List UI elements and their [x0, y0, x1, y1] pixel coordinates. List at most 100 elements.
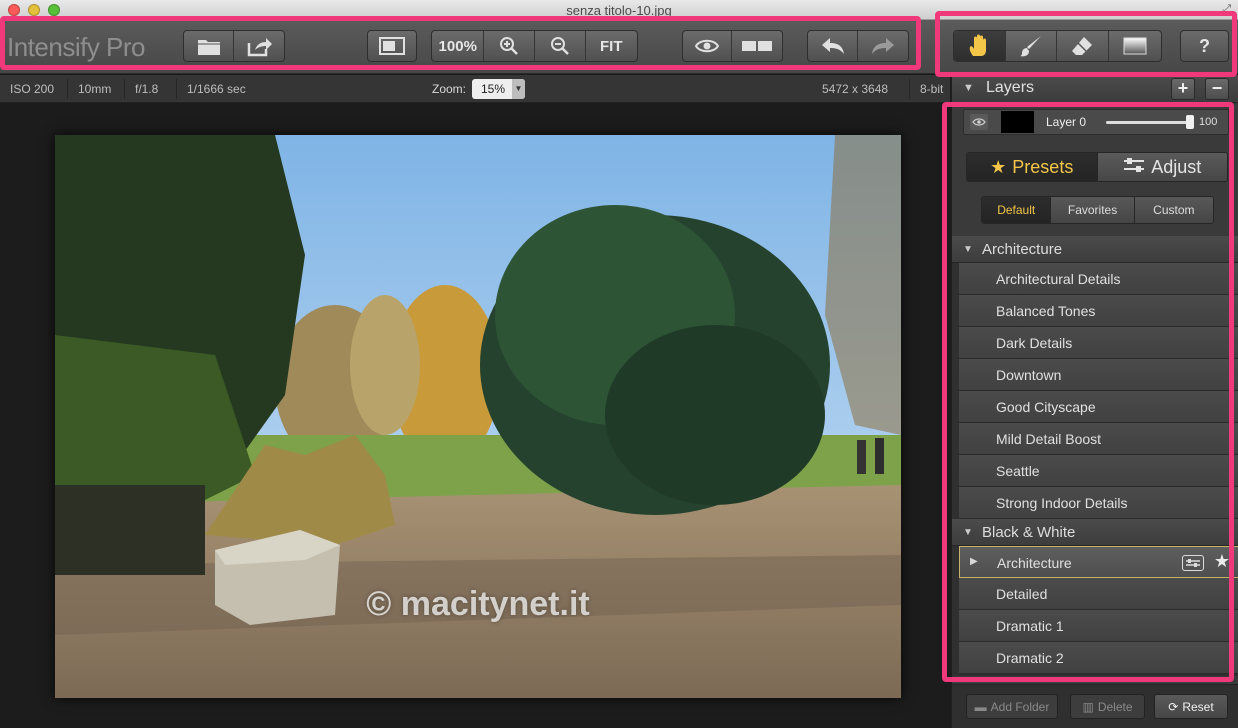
- eye-icon: [695, 39, 719, 53]
- fit-button[interactable]: FIT: [586, 31, 637, 61]
- disclosure-triangle-icon[interactable]: ▼: [963, 82, 974, 94]
- divider: [909, 79, 910, 99]
- zoom-label: Zoom:: [432, 82, 467, 96]
- folder-icon: ▬: [974, 699, 987, 714]
- preset-item[interactable]: Seattle: [959, 455, 1238, 487]
- layer-opacity-slider-knob[interactable]: [1186, 115, 1194, 129]
- preset-item[interactable]: Strong Indoor Details: [959, 487, 1238, 519]
- adjust-preset-icon[interactable]: [1182, 555, 1204, 571]
- zoom-out-icon: [550, 37, 569, 55]
- tab-presets[interactable]: ★ Presets: [967, 153, 1097, 181]
- preset-item-label: Dramatic 2: [996, 650, 1064, 666]
- preset-item-label: Mild Detail Boost: [996, 431, 1102, 447]
- zoom-value: 15%: [481, 82, 506, 96]
- disclosure-triangle-icon[interactable]: ▼: [963, 244, 973, 255]
- chevron-down-icon: ▼: [512, 79, 525, 99]
- preset-item-label: Good Cityscape: [996, 399, 1096, 415]
- tab-adjust[interactable]: Adjust: [1096, 153, 1227, 181]
- preset-item[interactable]: Dramatic 2: [959, 642, 1238, 674]
- history-button-group: [807, 30, 909, 62]
- share-button[interactable]: [234, 31, 284, 61]
- share-icon: [247, 38, 272, 57]
- split-view-icon: [742, 41, 772, 51]
- layer-opacity-slider[interactable]: [1106, 121, 1192, 124]
- undo-button[interactable]: [808, 31, 859, 61]
- preset-item-selected[interactable]: ▶ Architecture ★: [959, 546, 1238, 578]
- redo-button[interactable]: [858, 31, 908, 61]
- zoom-button-group: 100% FIT: [431, 30, 638, 62]
- shutter-speed-value: 1/1666 sec: [187, 82, 246, 96]
- window-title: senza titolo-10.jpg: [566, 3, 672, 18]
- play-icon[interactable]: ▶: [970, 556, 978, 567]
- preset-item[interactable]: Architectural Details: [959, 263, 1238, 295]
- open-button[interactable]: [184, 31, 235, 61]
- preset-item-label: Architectural Details: [996, 271, 1121, 287]
- help-button[interactable]: ?: [1181, 31, 1228, 61]
- zoom-select[interactable]: 15% ▼: [472, 79, 525, 99]
- main-toolbar: Intensify Pro 100% FIT ?: [0, 20, 1238, 74]
- preset-item[interactable]: Detailed: [959, 578, 1238, 610]
- layers-header: ▼ Layers + −: [952, 75, 1238, 103]
- zoom-100-button[interactable]: 100%: [432, 31, 485, 61]
- preset-list[interactable]: ▼ Architecture Architectural Details Bal…: [952, 236, 1238, 676]
- fullscreen-icon[interactable]: ⤢: [1222, 3, 1231, 16]
- remove-layer-button[interactable]: −: [1205, 78, 1229, 100]
- gradient-icon: [1123, 37, 1147, 55]
- preset-item-label: Seattle: [996, 463, 1040, 479]
- redo-icon: [872, 38, 894, 54]
- tab-favorites[interactable]: Favorites: [1050, 197, 1134, 223]
- tab-default[interactable]: Default: [982, 197, 1051, 223]
- preset-item-label: Downtown: [996, 367, 1062, 383]
- tool-button-group: [953, 30, 1162, 62]
- watermark-text: © macitynet.it: [366, 585, 590, 623]
- reset-button[interactable]: ⟳ Reset: [1154, 694, 1228, 719]
- preset-group-architecture[interactable]: ▼ Architecture: [952, 236, 1238, 263]
- pan-tool-button[interactable]: [954, 31, 1006, 61]
- disclosure-triangle-icon[interactable]: ▼: [963, 527, 973, 538]
- sliders-icon: [1123, 157, 1145, 178]
- preset-item-label: Detailed: [996, 586, 1048, 602]
- preset-group-black-white[interactable]: ▼ Black & White: [952, 519, 1238, 546]
- photo-preview[interactable]: © macitynet.it: [55, 135, 901, 698]
- layer-name: Layer 0: [1046, 115, 1087, 129]
- gradient-tool-button[interactable]: [1109, 31, 1161, 61]
- preset-group-label: Architecture: [982, 241, 1063, 258]
- aperture-value: f/1.8: [135, 82, 159, 96]
- add-folder-label: Add Folder: [990, 699, 1050, 714]
- zoom-in-button[interactable]: [484, 31, 535, 61]
- layer-visibility-toggle[interactable]: [970, 114, 988, 130]
- layer-thumbnail: [1001, 111, 1034, 133]
- brush-tool-button[interactable]: [1006, 31, 1057, 61]
- layer-row[interactable]: Layer 0 100: [963, 109, 1229, 135]
- eye-icon: [972, 118, 986, 126]
- delete-label: Delete: [1097, 699, 1133, 714]
- delete-button[interactable]: ▥ Delete: [1070, 694, 1145, 719]
- trash-icon: ▥: [1082, 699, 1094, 714]
- help-button-group: ?: [1180, 30, 1229, 62]
- add-folder-button[interactable]: ▬ Add Folder: [966, 694, 1058, 719]
- preset-item[interactable]: Dark Details: [959, 327, 1238, 359]
- tab-custom[interactable]: Custom: [1133, 197, 1213, 223]
- preview-button[interactable]: [683, 31, 733, 61]
- preset-item[interactable]: Mild Detail Boost: [959, 423, 1238, 455]
- image-info-bar: ISO 200 10mm f/1.8 1/1666 sec Zoom: 15% …: [0, 75, 950, 103]
- preset-filter-tabs: Default Favorites Custom: [981, 196, 1214, 224]
- eraser-icon: [1072, 37, 1093, 55]
- preset-item-label: Strong Indoor Details: [996, 495, 1128, 511]
- zoom-out-button[interactable]: [535, 31, 586, 61]
- window-titlebar: senza titolo-10.jpg ⤢: [0, 0, 1238, 20]
- split-view-button[interactable]: [732, 31, 782, 61]
- single-view-button[interactable]: [368, 31, 416, 61]
- add-layer-button[interactable]: +: [1171, 78, 1195, 100]
- preset-item[interactable]: Good Cityscape: [959, 391, 1238, 423]
- layer-opacity-value: 100: [1199, 116, 1218, 128]
- iso-value: ISO 200: [10, 82, 55, 96]
- preset-item[interactable]: Dramatic 1: [959, 610, 1238, 642]
- preset-item[interactable]: Downtown: [959, 359, 1238, 391]
- favorite-star-icon[interactable]: ★: [1214, 551, 1230, 572]
- preset-item[interactable]: Balanced Tones: [959, 295, 1238, 327]
- eraser-tool-button[interactable]: [1057, 31, 1109, 61]
- focal-length-value: 10mm: [78, 82, 112, 96]
- brush-icon: [1019, 36, 1041, 57]
- image-canvas[interactable]: © macitynet.it: [0, 104, 950, 728]
